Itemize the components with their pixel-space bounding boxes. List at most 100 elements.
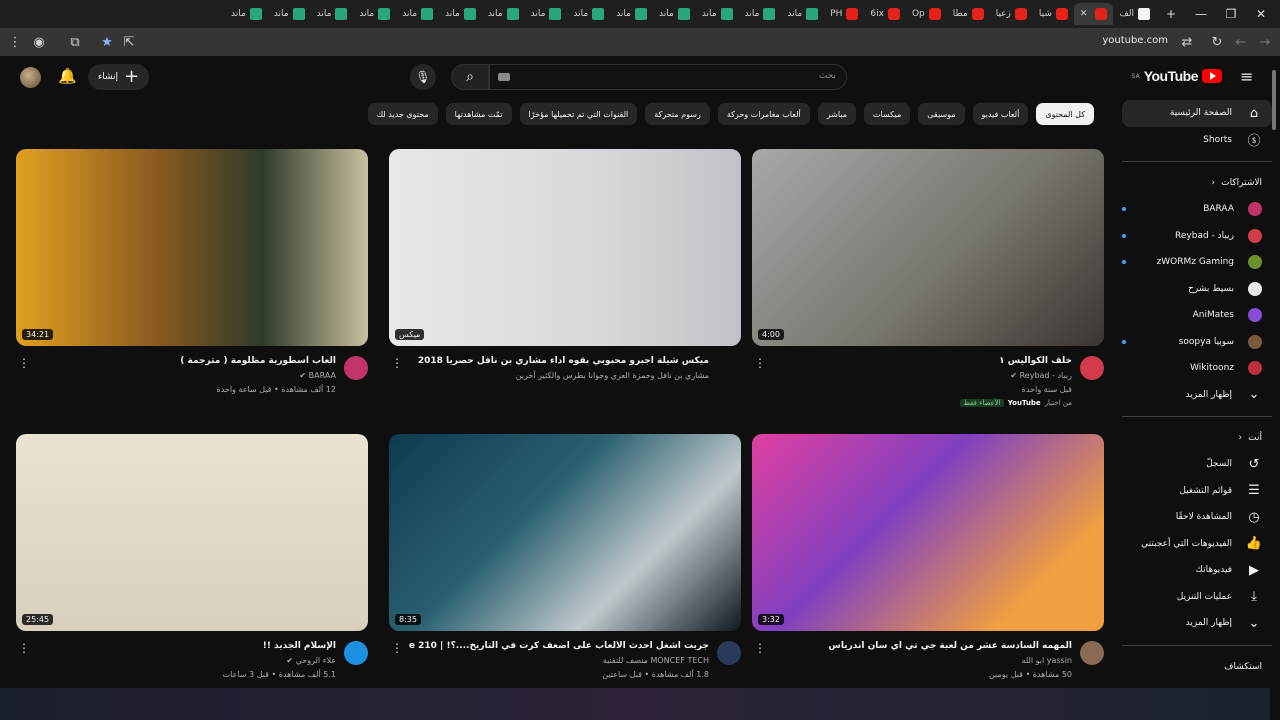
- forward-icon[interactable]: →: [1252, 28, 1278, 56]
- filter-chip[interactable]: القنوات التي تم تحميلها مؤخرًا: [519, 103, 638, 125]
- browser-tab[interactable]: ماند: [696, 3, 739, 25]
- video-thumbnail[interactable]: 34:21: [16, 149, 368, 346]
- voice-search-button[interactable]: 🎙: [410, 64, 436, 90]
- browser-tab[interactable]: ماند: [353, 3, 396, 25]
- you-item[interactable]: ▶ فيديوهاتك: [1122, 557, 1272, 584]
- browser-tab[interactable]: مطا: [947, 3, 990, 25]
- channel-name[interactable]: مشاري بن نافل وحمزة العزي وجوانا بطرس وا…: [516, 371, 709, 380]
- you-item[interactable]: ☰ قوائم التشغيل: [1122, 478, 1272, 505]
- filter-chip[interactable]: مباشر: [817, 103, 857, 125]
- browser-tab[interactable]: ماند: [482, 3, 525, 25]
- you-item[interactable]: ◷ المشاهدة لاحقًا: [1122, 504, 1272, 531]
- channel-name[interactable]: علاء الروحي ✔: [286, 656, 336, 665]
- notifications-bell-icon[interactable]: 🔔: [58, 67, 77, 85]
- browser-tab[interactable]: 6ix: [864, 3, 906, 25]
- you-heading[interactable]: أنت ‹: [1122, 425, 1272, 451]
- video-title[interactable]: الإسلام الجديد !!: [36, 641, 336, 651]
- browser-tab[interactable]: PH: [824, 3, 864, 25]
- hamburger-menu-icon[interactable]: ≡: [1240, 68, 1258, 86]
- video-thumbnail[interactable]: 8:35: [389, 434, 741, 631]
- video-thumbnail[interactable]: ميكس: [389, 149, 741, 346]
- browser-tab[interactable]: ماند: [781, 3, 824, 25]
- more-options-icon[interactable]: ⋮: [754, 356, 766, 370]
- subscription-item[interactable]: BARAA: [1122, 196, 1272, 223]
- video-thumbnail[interactable]: 3:32: [752, 434, 1104, 631]
- video-card[interactable]: 34:21 ألعاب اسطورية مظلومة ( مترجمة ) BA…: [16, 149, 368, 416]
- channel-avatar[interactable]: [344, 641, 368, 665]
- channel-avatar[interactable]: [344, 356, 368, 380]
- sidebar-item-home[interactable]: ⌂ الصفحة الرئيسية: [1122, 100, 1272, 127]
- share-icon[interactable]: ⇱: [116, 28, 142, 56]
- channel-avatar[interactable]: [717, 641, 741, 665]
- menu-dots-icon[interactable]: ⋮: [2, 28, 28, 56]
- sidebar-item-shorts[interactable]: ⓢ Shorts: [1122, 127, 1272, 154]
- create-button[interactable]: إنشاء +: [88, 64, 150, 90]
- browser-tab[interactable]: ماند: [610, 3, 653, 25]
- filter-chip[interactable]: رسوم متحركة: [645, 103, 710, 125]
- browser-tab[interactable]: ✕: [1073, 3, 1114, 25]
- browser-tab[interactable]: ماند: [525, 3, 568, 25]
- reload-icon[interactable]: ↻: [1204, 28, 1230, 56]
- filter-chip[interactable]: ألعاب فيديو: [972, 103, 1029, 125]
- youtube-logo[interactable]: SA YouTube: [1132, 68, 1222, 84]
- subscriptions-heading[interactable]: الاشتراكات ‹: [1122, 170, 1272, 196]
- filter-chip[interactable]: ألعاب مغامرات وحركة: [717, 103, 810, 125]
- keyboard-icon[interactable]: [498, 73, 510, 81]
- you-item[interactable]: ↺ السجلّ: [1122, 451, 1272, 478]
- browser-tab[interactable]: ماند: [653, 3, 696, 25]
- extensions-icon[interactable]: ⧉: [62, 28, 88, 56]
- new-tab-icon[interactable]: +: [1156, 0, 1186, 28]
- close-window-icon[interactable]: ✕: [1246, 0, 1276, 28]
- more-options-icon[interactable]: ⋮: [18, 641, 30, 655]
- browser-tab[interactable]: ماند: [311, 3, 354, 25]
- you-item[interactable]: ⤓ عمليات التنزيل: [1122, 584, 1272, 611]
- subscription-item[interactable]: ريباد - Reybad: [1122, 223, 1272, 250]
- filter-chip[interactable]: محتوى جديد لك: [367, 103, 438, 125]
- video-title[interactable]: ألعاب اسطورية مظلومة ( مترجمة ): [36, 356, 336, 366]
- channel-avatar[interactable]: [717, 356, 741, 380]
- channel-name[interactable]: BARAA ✔: [299, 371, 336, 380]
- subscription-item[interactable]: بسيط بشرح: [1122, 276, 1272, 303]
- browser-tab[interactable]: الف: [1113, 3, 1156, 25]
- channel-name[interactable]: MONCEF TECH منصف للتقنية: [603, 656, 709, 665]
- back-icon[interactable]: ←: [1228, 28, 1254, 56]
- page-scrollbar[interactable]: [1272, 60, 1278, 690]
- more-options-icon[interactable]: ⋮: [391, 641, 403, 655]
- show-more-subscriptions[interactable]: ⌄ إظهار المزيد: [1122, 382, 1272, 409]
- browser-tab[interactable]: ماند: [268, 3, 311, 25]
- show-more-you[interactable]: ⌄ إظهار المزيد: [1122, 610, 1272, 637]
- video-title[interactable]: جربت أشغل أحدث الألعاب على أضعف كرت في ا…: [409, 641, 709, 651]
- filter-chip[interactable]: تمّت مشاهدتها: [445, 103, 512, 125]
- video-card[interactable]: ميكس ميكس شيلة اجبرو محبوبي بقوه اداء مش…: [389, 149, 741, 416]
- channel-name[interactable]: yassin ابو الله: [1021, 656, 1072, 665]
- video-thumbnail[interactable]: 25:45: [16, 434, 368, 631]
- subscription-item[interactable]: Wikitoonz: [1122, 355, 1272, 382]
- video-card[interactable]: 25:45 الإسلام الجديد !! علاء الروحي ✔ 5.…: [16, 434, 368, 701]
- close-tab-icon[interactable]: ✕: [1080, 9, 1088, 19]
- search-input[interactable]: بحث: [489, 64, 847, 90]
- browser-tab[interactable]: شيا: [1033, 3, 1074, 25]
- video-thumbnail[interactable]: 4:00: [752, 149, 1104, 346]
- browser-tab[interactable]: زعيا: [990, 3, 1033, 25]
- browser-tab[interactable]: ماند: [567, 3, 610, 25]
- you-item[interactable]: 👍 الفيديوهات التي أعجبتني: [1122, 531, 1272, 558]
- video-title[interactable]: ميكس شيلة اجبرو محبوبي بقوه اداء مشاري ب…: [409, 356, 709, 366]
- browser-tab[interactable]: ماند: [396, 3, 439, 25]
- more-options-icon[interactable]: ⋮: [391, 356, 403, 370]
- search-button[interactable]: ⌕: [451, 64, 489, 90]
- browser-tab[interactable]: ماند: [439, 3, 482, 25]
- filter-chip[interactable]: موسيقى: [918, 103, 965, 125]
- browser-tab[interactable]: Op: [906, 3, 947, 25]
- browser-tab[interactable]: ماند: [739, 3, 782, 25]
- video-card[interactable]: 8:35 جربت أشغل أحدث الألعاب على أضعف كرت…: [389, 434, 741, 701]
- video-title[interactable]: المهمه السادسة عشر من لعبة جي تي اي سان …: [772, 641, 1072, 651]
- subscription-item[interactable]: zWORMz Gaming: [1122, 249, 1272, 276]
- maximize-window-icon[interactable]: ❐: [1216, 0, 1246, 28]
- url-text[interactable]: youtube.com: [1102, 35, 1168, 46]
- more-options-icon[interactable]: ⋮: [754, 641, 766, 655]
- channel-name[interactable]: ريباد - Reybad ✔: [1010, 371, 1072, 380]
- site-settings-icon[interactable]: ⇄: [1174, 28, 1200, 56]
- video-title[interactable]: خلف الكواليس ١: [772, 356, 1072, 366]
- filter-chip[interactable]: ميكسات: [864, 103, 911, 125]
- video-card[interactable]: 4:00 خلف الكواليس ١ ريباد - Reybad ✔ قبل…: [752, 149, 1104, 416]
